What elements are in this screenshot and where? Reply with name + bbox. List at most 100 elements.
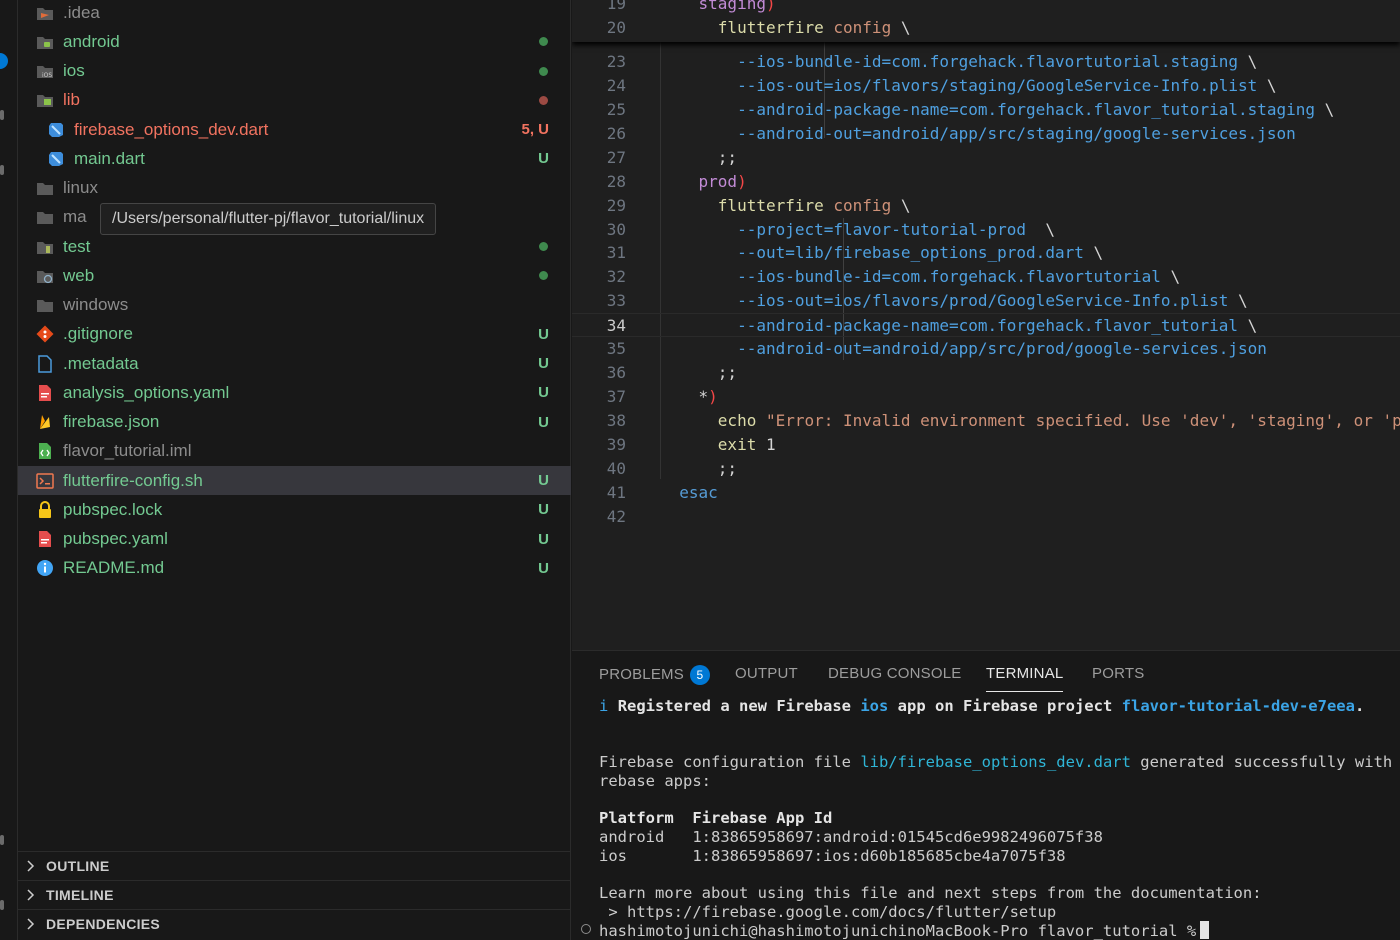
tab-output[interactable]: OUTPUT: [735, 665, 798, 682]
section-dependencies[interactable]: DEPENDENCIES: [18, 909, 571, 938]
tree-item[interactable]: flutterfire-config.sh U: [18, 466, 571, 495]
git-icon: [35, 324, 55, 344]
terminal-prompt[interactable]: hashimotojunichi@hashimotojunichinoMacBo…: [599, 921, 1210, 940]
code-line[interactable]: 35 --android-out=android/app/src/prod/go…: [572, 337, 1400, 361]
tree-item[interactable]: analysis_options.yaml U: [18, 378, 571, 407]
tree-item[interactable]: android: [18, 27, 571, 56]
code-token: \: [1083, 243, 1104, 263]
tree-item[interactable]: linux: [18, 174, 571, 203]
code-line[interactable]: 28 prod): [572, 170, 1400, 194]
tab-debug-console[interactable]: DEBUG CONSOLE: [828, 665, 961, 682]
tree-item[interactable]: firebase.json U: [18, 408, 571, 437]
code-text: esac: [660, 481, 718, 505]
tree-item-label: web: [63, 265, 95, 285]
code-token: ;;: [717, 147, 738, 167]
code-line[interactable]: 38 echo "Error: Invalid environment spec…: [572, 409, 1400, 433]
code-editor[interactable]: 23 --ios-bundle-id=com.forgehack.flavort…: [572, 0, 1400, 650]
code-line[interactable]: 25 --android-package-name=com.forgehack.…: [572, 98, 1400, 122]
web-folder-icon: [35, 266, 55, 286]
section-label: DEPENDENCIES: [46, 916, 161, 932]
tree-item[interactable]: .idea: [18, 0, 571, 27]
code-text: --project=flavor-tutorial-prod \: [660, 218, 1055, 242]
code-line[interactable]: 24 --ios-out=ios/flavors/staging/GoogleS…: [572, 74, 1400, 98]
code-token: --android-out=android/app/src/staging/go…: [737, 123, 1296, 143]
tree-item[interactable]: .metadata U: [18, 349, 571, 378]
tree-item[interactable]: test: [18, 232, 571, 261]
tree-item[interactable]: pubspec.lock U: [18, 495, 571, 524]
code-line[interactable]: 40 ;;: [572, 457, 1400, 481]
terminal-docs-url[interactable]: > https://firebase.google.com/docs/flutt…: [599, 903, 1056, 922]
activity-item[interactable]: [0, 165, 4, 175]
shell-file-icon: [35, 471, 55, 491]
activity-item[interactable]: [0, 900, 4, 910]
tree-item[interactable]: README.md U: [18, 554, 571, 583]
activity-badge[interactable]: [0, 53, 8, 69]
code-token: --android-package-name=com.forgehack.fla…: [737, 99, 1316, 119]
activity-item[interactable]: [0, 835, 4, 845]
tree-item-label: firebase.json: [63, 412, 160, 431]
code-line[interactable]: 19 staging): [572, 0, 1400, 16]
tab-label: PORTS: [1092, 665, 1145, 682]
tree-item[interactable]: iOS ios: [18, 57, 571, 86]
line-number: 37: [606, 387, 626, 407]
tab-problems[interactable]: PROBLEMS 5: [599, 665, 710, 685]
tree-item[interactable]: web: [18, 261, 571, 290]
line-number: 23: [606, 52, 626, 71]
code-line[interactable]: 42: [572, 505, 1400, 529]
code-line[interactable]: 27 ;;: [572, 146, 1400, 170]
code-line[interactable]: 34 --android-package-name=com.forgehack.…: [572, 313, 1400, 338]
command-status-icon[interactable]: [581, 924, 591, 934]
sticky-scroll[interactable]: 19 staging) 20 flutterfire config \: [572, 0, 1400, 42]
tab-terminal[interactable]: TERMINAL: [986, 665, 1064, 692]
lib-folder-icon: [35, 90, 55, 110]
code-line[interactable]: 36 ;;: [572, 361, 1400, 385]
code-line[interactable]: 31 --out=lib/firebase_options_prod.dart …: [572, 241, 1400, 265]
tree-item[interactable]: .gitignore U: [18, 320, 571, 349]
code-line[interactable]: 37 *): [572, 385, 1400, 409]
git-status-badge: U: [538, 501, 549, 519]
code-text: echo "Error: Invalid environment specifi…: [660, 409, 1400, 433]
tree-item-label: pubspec.lock: [63, 499, 163, 519]
code-token: *: [698, 387, 709, 407]
section-label: OUTLINE: [46, 858, 110, 874]
code-line[interactable]: 32 --ios-bundle-id=com.forgehack.flavort…: [572, 265, 1400, 289]
code-token: ): [737, 171, 747, 191]
section-timeline[interactable]: TIMELINE: [18, 880, 571, 909]
code-text: --android-out=android/app/src/staging/go…: [660, 122, 1296, 146]
tree-item[interactable]: windows: [18, 291, 571, 320]
code-line[interactable]: 33 --ios-out=ios/flavors/prod/GoogleServ…: [572, 289, 1400, 313]
line-number: 36: [606, 363, 626, 383]
git-status-dot: [539, 66, 548, 76]
line-number: 30: [606, 219, 626, 239]
tree-item[interactable]: flavor_tutorial.iml: [18, 437, 571, 466]
code-line[interactable]: 41 esac: [572, 481, 1400, 505]
chevron-right-icon: [26, 859, 40, 873]
tree-item[interactable]: lib: [18, 86, 571, 115]
code-line[interactable]: 39 exit 1: [572, 433, 1400, 457]
git-status-badge: U: [538, 150, 549, 168]
code-line[interactable]: 30 --project=flavor-tutorial-prod \: [572, 218, 1400, 242]
code-token: flutterfire: [717, 195, 824, 215]
tree-item[interactable]: main.dart U: [18, 144, 571, 173]
activity-item[interactable]: [0, 110, 4, 120]
code-line[interactable]: 26 --android-out=android/app/src/staging…: [572, 122, 1400, 146]
git-status-badge: U: [538, 413, 549, 431]
yaml-file-icon: [35, 529, 55, 549]
code-token: --out=lib/firebase_options_prod.dart: [737, 243, 1084, 263]
line-number: 27: [606, 147, 626, 167]
tree-item[interactable]: pubspec.yaml U: [18, 525, 571, 554]
code-token: --ios-bundle-id=com.forgehack.flavortuto…: [737, 267, 1161, 287]
tree-item[interactable]: firebase_options_dev.dart 5, U: [18, 115, 571, 144]
code-token: \: [1237, 316, 1258, 336]
section-outline[interactable]: OUTLINE: [18, 851, 571, 880]
terminal-table-header: Platform Firebase App Id: [599, 809, 833, 827]
code-line[interactable]: 23 --ios-bundle-id=com.forgehack.flavort…: [572, 50, 1400, 74]
code-line[interactable]: 29 flutterfire config \: [572, 194, 1400, 218]
tab-ports[interactable]: PORTS: [1092, 665, 1144, 682]
